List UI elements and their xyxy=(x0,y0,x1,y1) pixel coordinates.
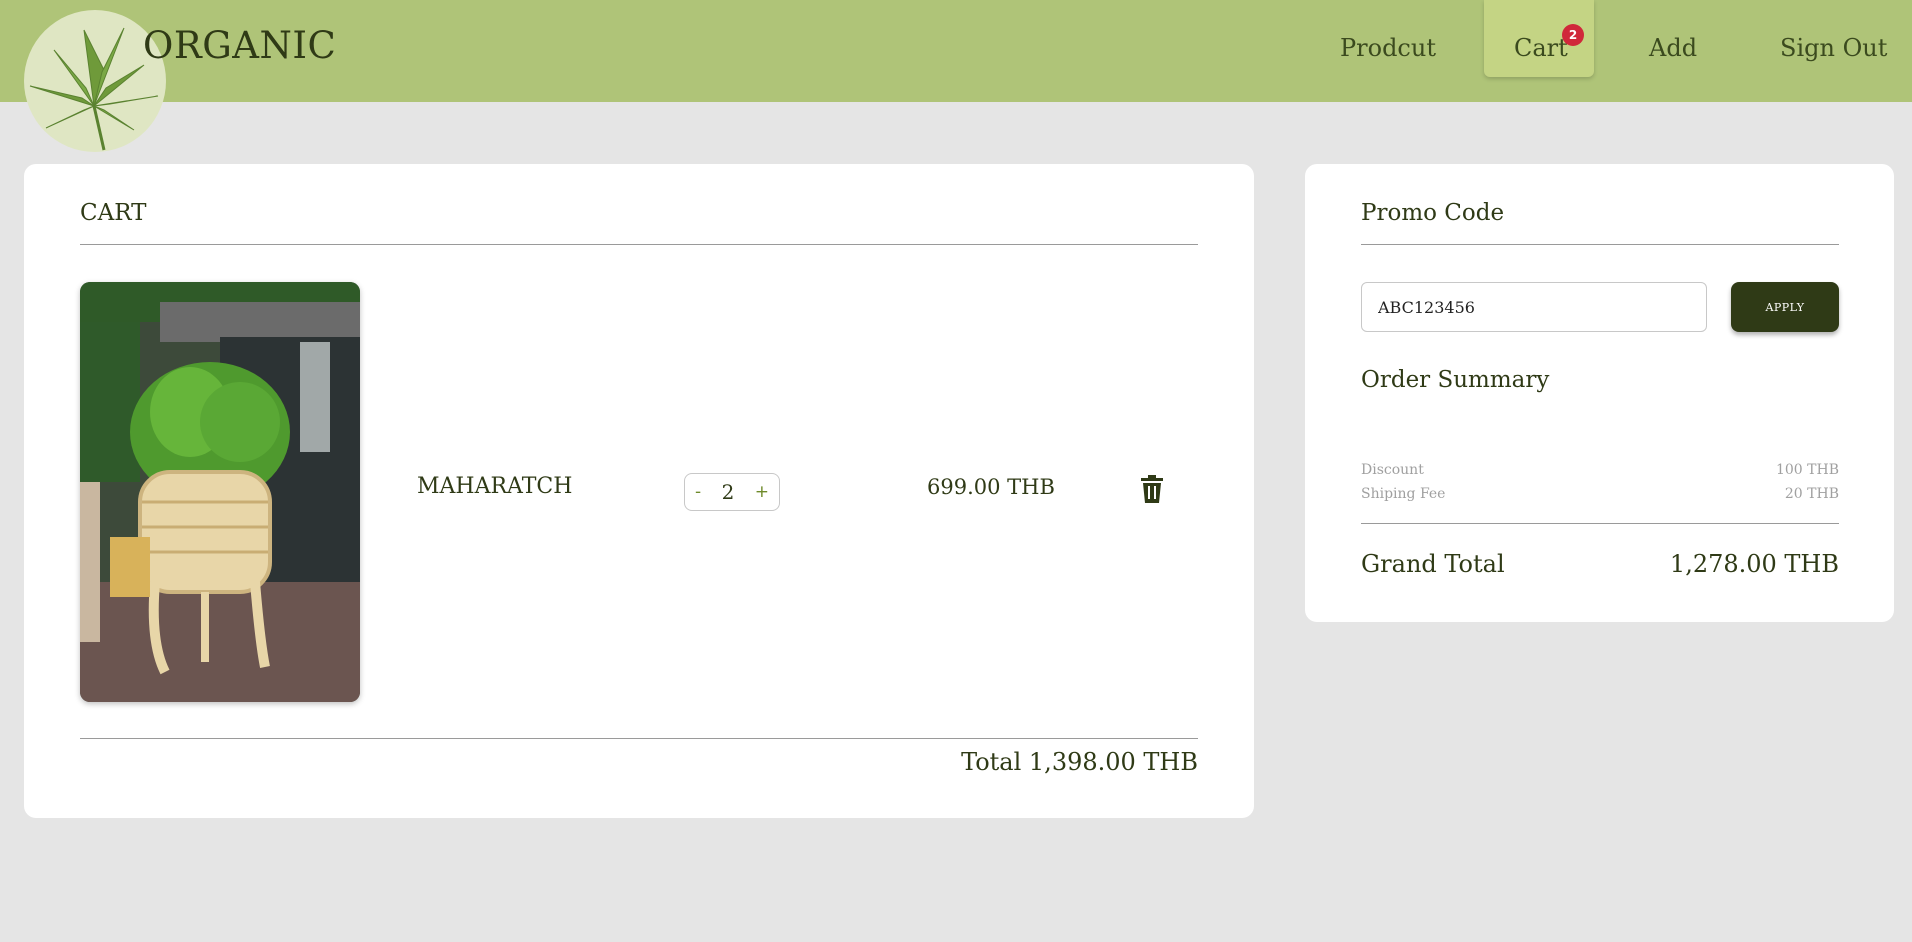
order-summary-title: Order Summary xyxy=(1361,367,1550,393)
order-summary-panel: Promo Code APPLY Order Summary Discount … xyxy=(1305,164,1894,622)
divider xyxy=(1361,523,1839,524)
promo-code-input[interactable] xyxy=(1361,282,1707,332)
product-name: MAHARATCH xyxy=(417,474,573,499)
increment-button[interactable]: + xyxy=(755,482,769,502)
divider xyxy=(80,738,1198,739)
discount-value: 100 THB xyxy=(1775,462,1839,478)
divider xyxy=(80,244,1198,245)
nav-add[interactable]: Add xyxy=(1649,34,1697,62)
nav-cart[interactable]: Cart xyxy=(1514,34,1568,62)
shipping-row: Shiping Fee 20 THB xyxy=(1361,486,1839,502)
grand-total-row: Grand Total 1,278.00 THB xyxy=(1361,550,1839,578)
product-image xyxy=(80,282,360,702)
trash-icon[interactable] xyxy=(1140,475,1164,503)
brand-title: ORGANIC xyxy=(143,24,337,67)
quantity-stepper: - 2 + xyxy=(684,473,780,511)
quantity-value: 2 xyxy=(721,480,735,504)
cart-panel: CART MAHARATCH - 2 + 699.00 THB Total 1,… xyxy=(24,164,1254,818)
promo-title: Promo Code xyxy=(1361,200,1505,226)
shipping-label: Shiping Fee xyxy=(1361,486,1446,502)
cart-count-badge: 2 xyxy=(1562,24,1584,46)
shipping-value: 20 THB xyxy=(1784,486,1839,502)
grand-total-value: 1,278.00 THB xyxy=(1669,550,1839,578)
discount-label: Discount xyxy=(1361,462,1424,478)
cart-total: Total 1,398.00 THB xyxy=(961,748,1198,776)
top-navbar: ORGANIC Prodcut Cart 2 Add Sign Out xyxy=(0,0,1912,152)
item-price: 699.00 THB xyxy=(927,475,1055,499)
decrement-button[interactable]: - xyxy=(695,482,701,502)
nav-sign-out[interactable]: Sign Out xyxy=(1780,34,1887,62)
divider xyxy=(1361,244,1839,245)
grand-total-label: Grand Total xyxy=(1361,550,1505,578)
apply-button[interactable]: APPLY xyxy=(1731,282,1839,332)
nav-product[interactable]: Prodcut xyxy=(1340,34,1436,62)
discount-row: Discount 100 THB xyxy=(1361,462,1839,478)
cart-title: CART xyxy=(80,200,147,226)
